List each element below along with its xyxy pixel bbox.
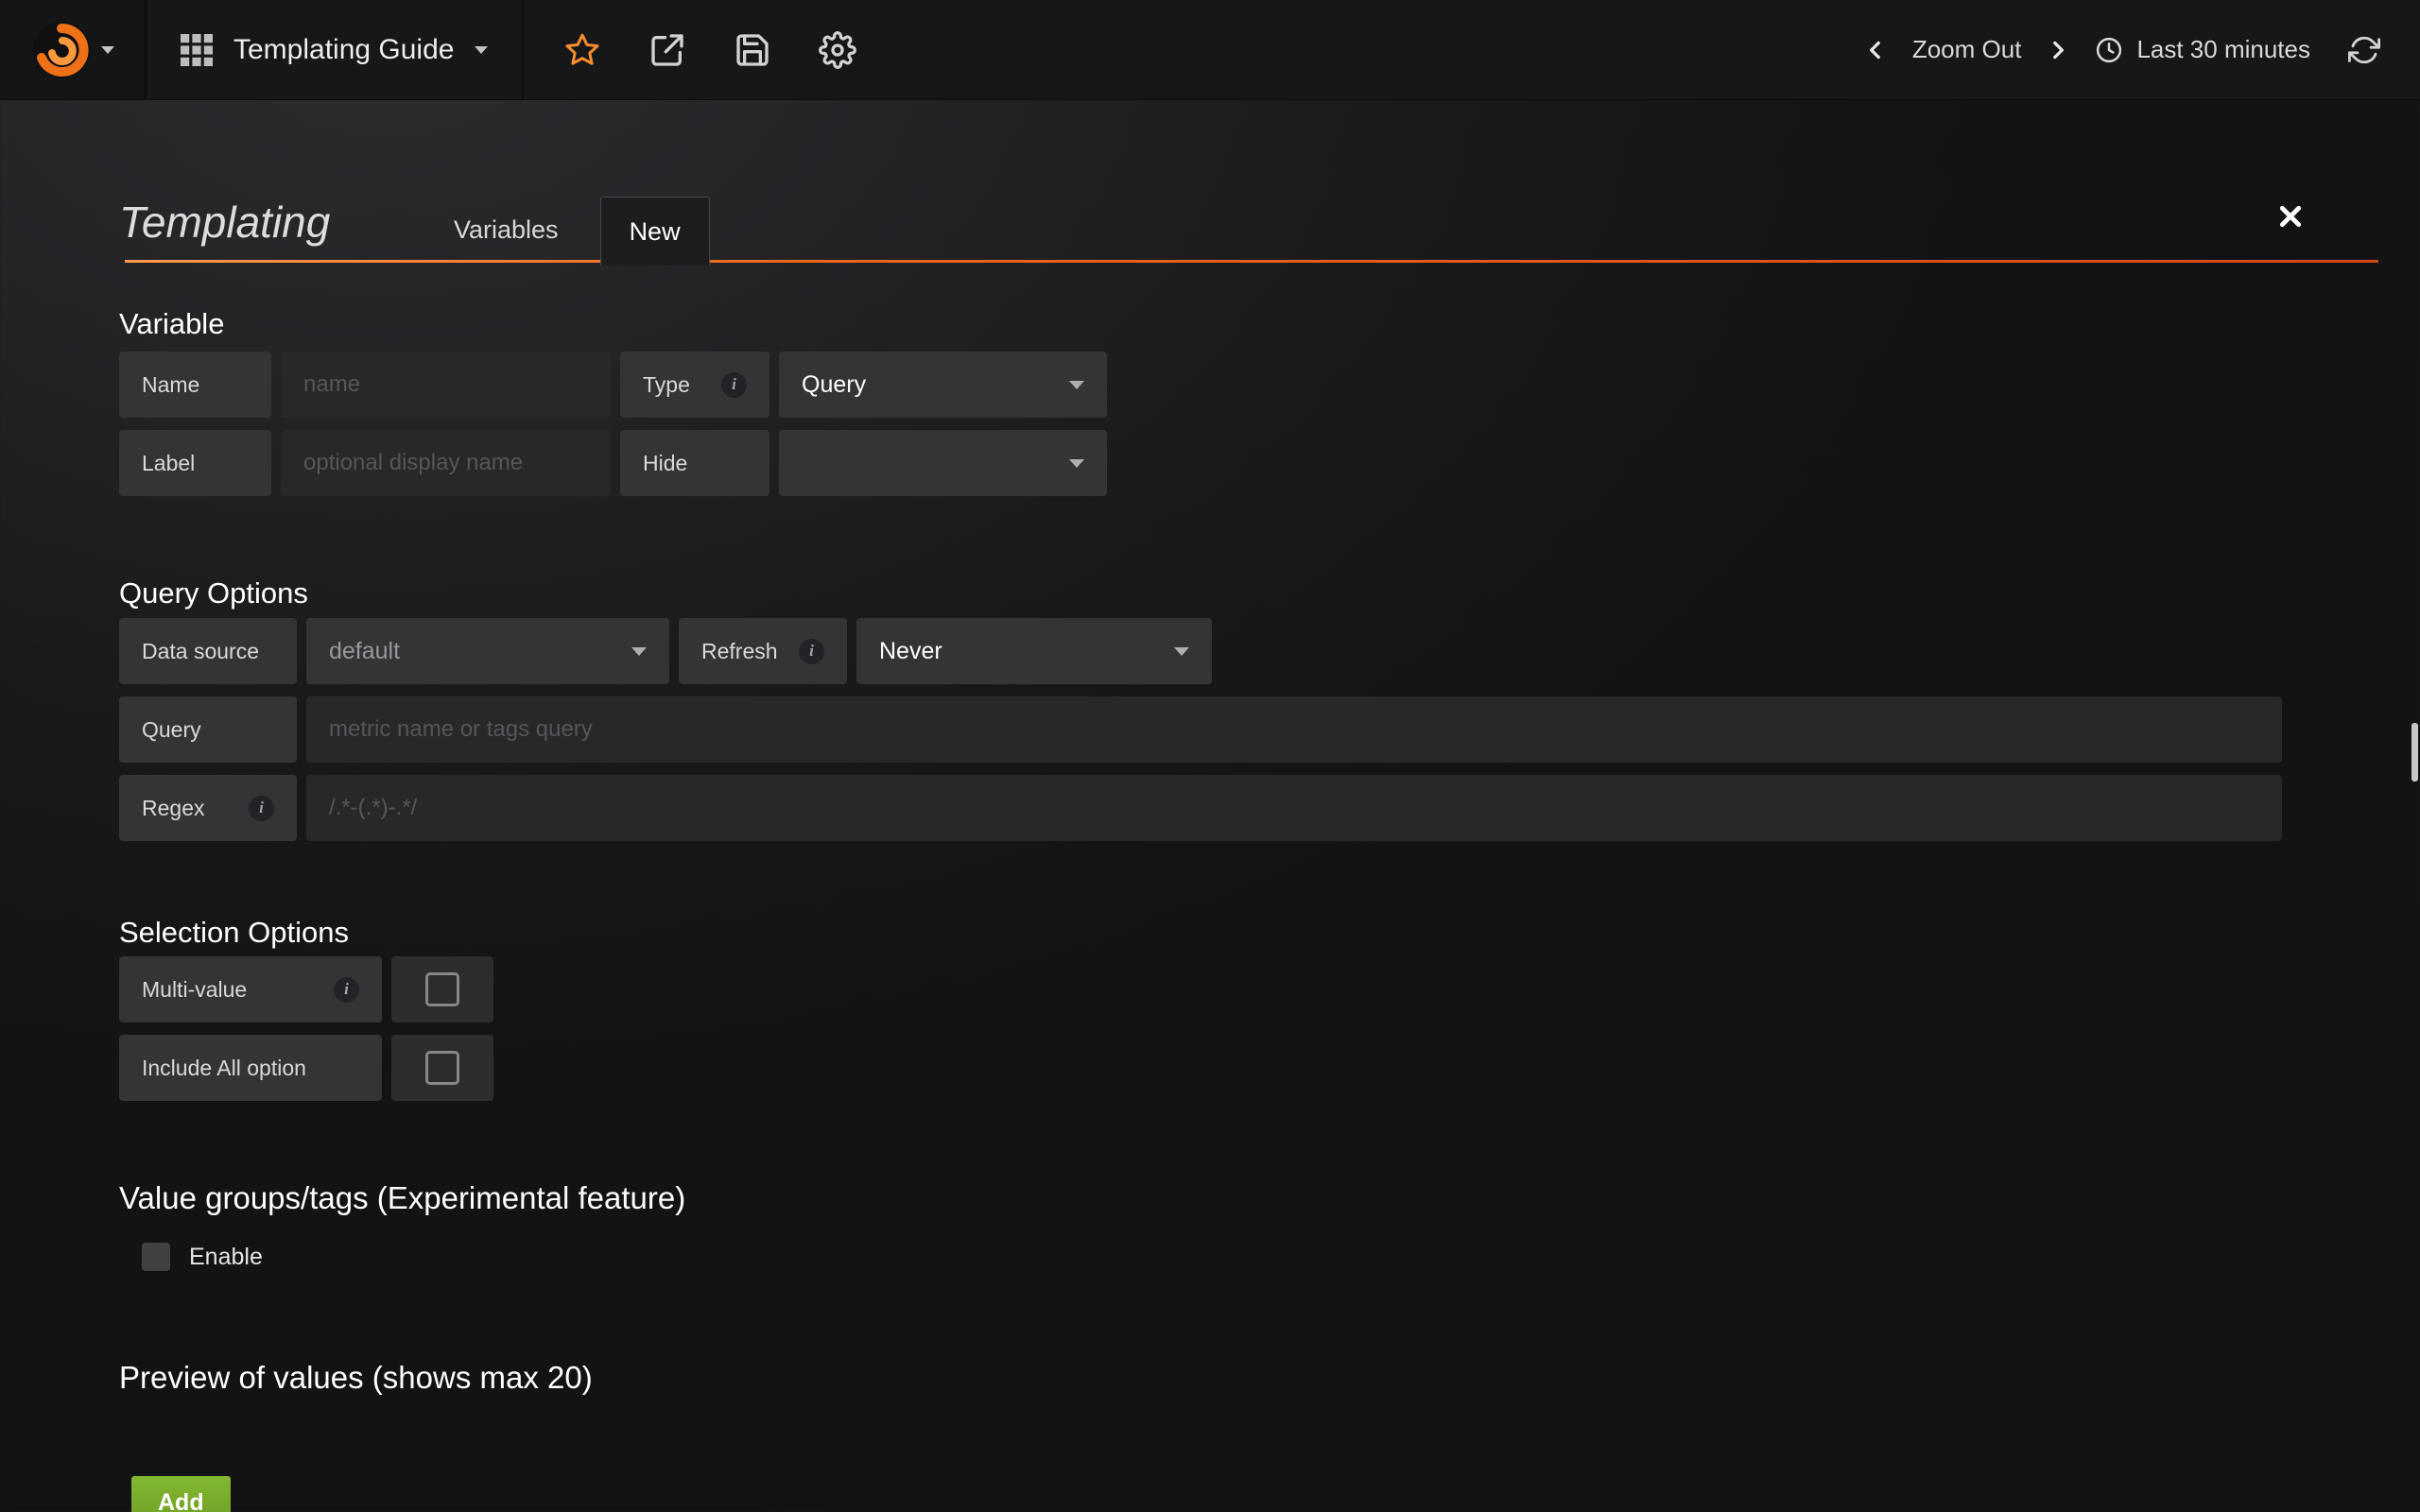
variable-name-row: Name Type i Query	[119, 352, 2378, 418]
grafana-logo-icon	[31, 20, 92, 80]
query-options-heading: Query Options	[119, 576, 2378, 610]
navbar-actions	[524, 0, 856, 99]
scrollbar-thumb[interactable]	[2411, 723, 2418, 782]
chevron-down-icon	[1069, 381, 1084, 389]
refresh-select[interactable]: Never	[856, 618, 1212, 684]
save-button[interactable]	[734, 31, 771, 69]
info-icon[interactable]: i	[721, 372, 747, 398]
dashboard-title: Templating Guide	[233, 34, 454, 66]
refresh-button[interactable]	[2348, 34, 2380, 66]
close-button[interactable]	[2278, 204, 2303, 229]
datasource-label: Data source	[119, 618, 297, 684]
selection-options-heading: Selection Options	[119, 916, 2378, 950]
variable-label-row: Label Hide	[119, 430, 2378, 496]
chevron-left-icon	[1863, 38, 1888, 62]
checkbox-icon	[425, 1051, 459, 1085]
value-groups-heading: Value groups/tags (Experimental feature)	[119, 1180, 2378, 1216]
templating-tabs: Variables New	[425, 197, 723, 263]
grafana-menu-button[interactable]	[0, 0, 147, 99]
star-button[interactable]	[563, 31, 601, 69]
navbar: Templating Guide	[0, 0, 2420, 100]
datasource-row: Data source default Refresh i Never	[119, 618, 2378, 684]
datasource-select-value: default	[329, 638, 400, 665]
add-button[interactable]: Add	[131, 1476, 231, 1512]
templating-header: Templating Variables New	[119, 100, 2378, 263]
chevron-right-icon	[2046, 38, 2070, 62]
chevron-down-icon	[631, 647, 647, 656]
time-range-label: Last 30 minutes	[2136, 35, 2310, 64]
query-input[interactable]	[306, 696, 2282, 763]
tab-variables[interactable]: Variables	[425, 197, 587, 263]
enable-label: Enable	[189, 1244, 263, 1271]
tab-new[interactable]: New	[600, 197, 710, 266]
selection-options-section: Selection Options Multi-value i Include …	[119, 916, 2378, 1101]
regex-label-text: Regex	[142, 796, 204, 821]
info-icon[interactable]: i	[334, 977, 359, 1003]
refresh-label: Refresh i	[679, 618, 847, 684]
regex-input[interactable]	[306, 775, 2282, 841]
multi-value-label: Multi-value i	[119, 956, 382, 1022]
save-icon	[734, 31, 771, 69]
label-label: Label	[119, 430, 271, 496]
chevron-down-icon	[1069, 459, 1084, 468]
gear-icon	[819, 31, 856, 69]
clock-icon	[2095, 36, 2123, 64]
page-title: Templating	[119, 197, 330, 248]
enable-checkbox[interactable]	[142, 1243, 170, 1271]
chevron-down-icon	[1174, 647, 1189, 656]
close-icon	[2278, 204, 2303, 229]
multi-value-checkbox[interactable]	[391, 956, 493, 1022]
preview-heading: Preview of values (shows max 20)	[119, 1360, 2378, 1396]
refresh-select-value: Never	[879, 638, 942, 665]
time-shift-back-button[interactable]	[1863, 38, 1888, 62]
zoom-out-label: Zoom Out	[1912, 35, 2022, 64]
regex-label: Regex i	[119, 775, 297, 841]
settings-button[interactable]	[819, 31, 856, 69]
type-select[interactable]: Query	[779, 352, 1107, 418]
templating-editor: Templating Variables New Variable Name T…	[119, 100, 2378, 1512]
time-shift-forward-button[interactable]	[2046, 38, 2070, 62]
star-icon	[563, 31, 601, 69]
navbar-time-controls: Zoom Out Last 30 minutes	[1863, 0, 2420, 99]
variable-heading: Variable	[119, 307, 2378, 341]
type-label-text: Type	[643, 372, 690, 398]
grafana-app: Templating Guide	[0, 0, 2420, 1512]
multi-value-row: Multi-value i	[119, 956, 2378, 1022]
name-label: Name	[119, 352, 271, 418]
query-row: Query	[119, 696, 2378, 763]
preview-section: Preview of values (shows max 20)	[119, 1360, 2378, 1396]
multi-value-label-text: Multi-value	[142, 977, 247, 1003]
query-label: Query	[119, 696, 297, 763]
datasource-select[interactable]: default	[306, 618, 669, 684]
checkbox-icon	[425, 972, 459, 1006]
refresh-icon	[2348, 34, 2380, 66]
include-all-checkbox[interactable]	[391, 1035, 493, 1101]
dashboard-picker[interactable]: Templating Guide	[147, 0, 524, 99]
type-select-value: Query	[802, 371, 866, 399]
label-input[interactable]	[281, 430, 611, 496]
chevron-down-icon	[475, 46, 488, 54]
name-input[interactable]	[281, 352, 611, 418]
dashboard-grid-icon	[181, 34, 213, 66]
share-icon	[648, 31, 686, 69]
time-range-picker[interactable]: Last 30 minutes	[2095, 35, 2310, 64]
variable-section: Variable Name Type i Query Label Hide	[119, 307, 2378, 496]
include-all-label: Include All option	[119, 1035, 382, 1101]
share-button[interactable]	[648, 31, 686, 69]
include-all-row: Include All option	[119, 1035, 2378, 1101]
refresh-label-text: Refresh	[701, 639, 778, 664]
enable-row: Enable	[142, 1243, 2378, 1271]
zoom-out-button[interactable]: Zoom Out	[1912, 35, 2022, 64]
query-options-section: Query Options Data source default Refres…	[119, 576, 2378, 841]
value-groups-section: Value groups/tags (Experimental feature)…	[119, 1180, 2378, 1271]
info-icon[interactable]: i	[249, 796, 274, 821]
type-label: Type i	[620, 352, 769, 418]
info-icon[interactable]: i	[799, 639, 824, 664]
chevron-down-icon	[101, 46, 114, 54]
regex-row: Regex i	[119, 775, 2378, 841]
hide-label: Hide	[620, 430, 769, 496]
hide-select[interactable]	[779, 430, 1107, 496]
